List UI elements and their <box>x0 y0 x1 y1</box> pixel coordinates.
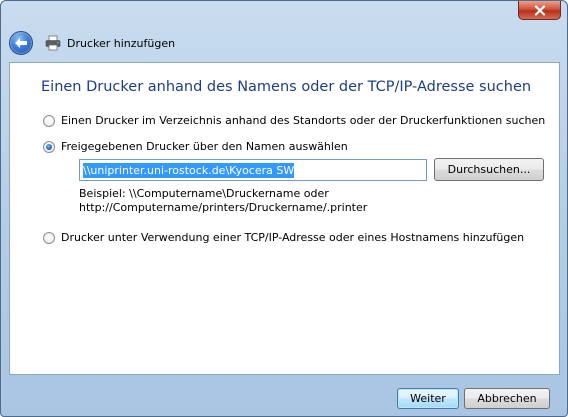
radio-selected-dot <box>46 143 52 150</box>
add-printer-window: Drucker hinzufügen Einen Drucker anhand … <box>0 0 568 417</box>
page-heading: Einen Drucker anhand des Namens oder der… <box>41 79 532 95</box>
option-shared-printer-label: Freigegebenen Drucker über den Namen aus… <box>61 140 348 153</box>
back-button[interactable] <box>9 31 33 55</box>
next-button[interactable]: Weiter <box>397 388 459 409</box>
option-directory-search[interactable]: Einen Drucker im Verzeichnis anhand des … <box>43 114 545 127</box>
wizard-content: Einen Drucker anhand des Namens oder der… <box>9 62 560 375</box>
option-directory-search-label: Einen Drucker im Verzeichnis anhand des … <box>61 114 546 127</box>
option-shared-printer[interactable]: Freigegebenen Drucker über den Namen aus… <box>43 140 348 153</box>
radio-shared-printer[interactable] <box>43 140 55 153</box>
window-title: Drucker hinzufügen <box>67 36 176 50</box>
browse-button[interactable]: Durchsuchen... <box>434 158 544 181</box>
option-tcpip-label: Drucker unter Verwendung einer TCP/IP-Ad… <box>61 231 525 244</box>
option-tcpip[interactable]: Drucker unter Verwendung einer TCP/IP-Ad… <box>43 231 524 244</box>
shared-printer-name-value: \\uniprinter.uni-rostock.de\Kyocera SW <box>83 162 295 178</box>
back-arrow-icon <box>15 38 27 48</box>
printer-icon <box>45 35 61 51</box>
close-button[interactable] <box>518 1 561 20</box>
example-hint: Beispiel: \\Computername\Druckername ode… <box>79 187 367 215</box>
radio-directory-search[interactable] <box>43 114 55 127</box>
close-icon <box>534 4 545 16</box>
example-hint-line1: Beispiel: \\Computername\Druckername ode… <box>79 187 329 200</box>
shared-printer-name-input[interactable]: \\uniprinter.uni-rostock.de\Kyocera SW <box>79 159 427 181</box>
example-hint-line2: http://Computername/printers/Druckername… <box>79 201 368 214</box>
cancel-button[interactable]: Abbrechen <box>464 388 550 409</box>
wizard-footer: Weiter Abbrechen <box>1 375 567 416</box>
radio-tcpip[interactable] <box>43 231 55 244</box>
wizard-header: Drucker hinzufügen <box>9 30 559 56</box>
